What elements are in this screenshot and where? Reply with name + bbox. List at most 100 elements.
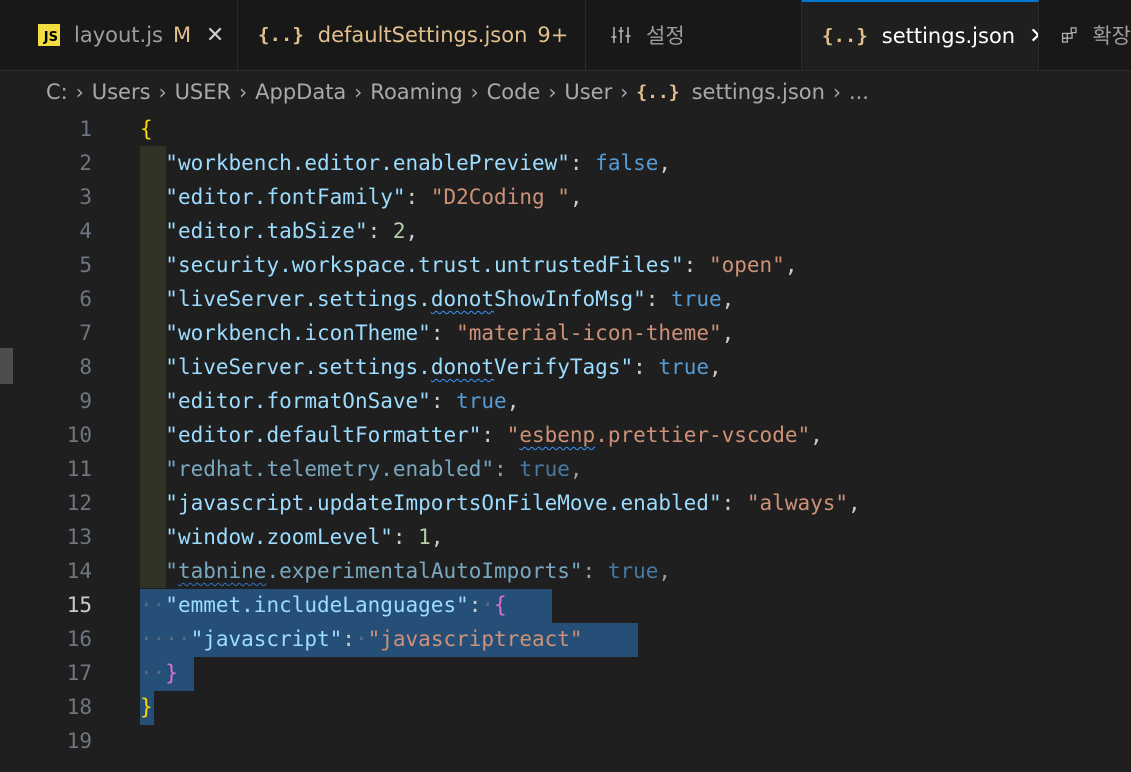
tab-label: defaultSettings.json [317,23,528,47]
tab-layout-js[interactable]: JS layout.js M ✕ [0,0,238,70]
json-key: "workbench.editor.enablePreview" [165,151,570,175]
json-key: "editor.tabSize" [165,219,368,243]
code-line: 18 } [0,690,1131,724]
tab-extensions[interactable]: 확장 [1039,0,1131,70]
json-value: "D2Coding " [430,185,570,209]
brace: { [494,593,507,617]
code-line: 17 ··} [0,656,1131,690]
chevron-right-icon: › [620,80,629,104]
code-line: 13 "window.zoomLevel": 1, [0,520,1131,554]
code-line: 5 "security.workspace.trust.untrustedFil… [0,248,1131,282]
json-key: .experimentalAutoImports" [266,559,583,583]
code-line: 4 "editor.tabSize": 2, [0,214,1131,248]
code-line: 14 "tabnine.experimentalAutoImports": tr… [0,554,1131,588]
tab-bar: JS layout.js M ✕ {..} defaultSettings.js… [0,0,1131,71]
js-file-icon: JS [38,24,60,46]
chevron-right-icon: › [470,80,479,104]
tab-label: settings.json [881,24,1016,48]
brace: } [165,661,178,685]
chevron-right-icon: › [75,80,84,104]
json-value: "javascriptreact" [367,627,583,651]
extensions-icon [1061,27,1077,43]
json-file-icon: {..} [822,25,868,47]
json-key: "liveServer.settings. [165,355,431,379]
code-editor[interactable]: 1 { 2 "workbench.editor.enablePreview": … [0,112,1131,772]
line-number: 16 [66,627,92,651]
tab-settings-json[interactable]: {..} settings.json ✕ [802,0,1039,70]
spellcheck-warning[interactable]: donot [431,355,494,379]
line-number: 15 [66,593,92,617]
json-key: VerifyTags" [494,355,634,379]
code-line: 11 "redhat.telemetry.enabled": true, [0,452,1131,486]
close-icon[interactable]: ✕ [205,23,225,48]
line-number: 18 [66,695,92,719]
json-value: " [506,423,520,447]
json-key: "javascript" [190,627,343,651]
line-number: 8 [79,355,92,379]
breadcrumb-item-symbols[interactable]: ... [849,80,869,104]
code-line-current: 15 ··"emmet.includeLanguages":·{ [0,588,1131,622]
line-number: 11 [66,457,92,481]
json-value: false [595,151,659,175]
json-value: true [607,559,659,583]
line-number: 14 [66,559,92,583]
json-key: "window.zoomLevel" [165,525,393,549]
close-icon[interactable]: ✕ [1029,24,1038,49]
json-value: "open" [708,253,785,277]
breadcrumb-item-user-folder[interactable]: USER [175,80,232,104]
line-number: 1 [79,117,92,141]
tab-label: layout.js [74,23,163,47]
json-value: "material-icon-theme" [456,321,722,345]
chevron-right-icon: › [239,80,248,104]
code-line: 16 ····"javascript":·"javascriptreact" [0,622,1131,656]
spellcheck-warning[interactable]: donot [431,287,494,311]
code-line: 8 "liveServer.settings.donotVerifyTags":… [0,350,1131,384]
breadcrumb-item-users[interactable]: Users [92,80,151,104]
code-line: 1 { [0,112,1131,146]
json-value: true [658,355,709,379]
line-number: 4 [79,219,92,243]
json-key: "editor.formatOnSave" [165,389,431,413]
code-line: 12 "javascript.updateImportsOnFileMove.e… [0,486,1131,520]
json-value: .prettier-vscode" [595,423,811,447]
code-line: 2 "workbench.editor.enablePreview": fals… [0,146,1131,180]
breadcrumb-item-settings-json[interactable]: {..} settings.json [636,80,825,104]
settings-sliders-icon [611,27,631,43]
spellcheck-warning[interactable]: esbenp [519,423,595,447]
json-file-icon: {..} [636,81,680,103]
breadcrumb-item-code[interactable]: Code [487,80,541,104]
json-key: "workbench.iconTheme" [165,321,431,345]
code-line: 3 "editor.fontFamily": "D2Coding ", [0,180,1131,214]
tab-problems-badge: 9+ [537,23,569,47]
line-number: 13 [66,525,92,549]
json-file-icon: {..} [258,24,304,46]
json-key: "redhat.telemetry.enabled" [165,457,495,481]
json-value: true [519,457,570,481]
json-key: "emmet.includeLanguages" [165,593,469,617]
breadcrumb-item-roaming[interactable]: Roaming [370,80,462,104]
json-key: "javascript.updateImportsOnFileMove.enab… [165,491,722,515]
spellcheck-warning[interactable]: tabnine [178,559,267,583]
line-number: 6 [79,287,92,311]
line-number: 17 [66,661,92,685]
vscode-window: JS layout.js M ✕ {..} defaultSettings.js… [0,0,1131,772]
tab-modified-badge: M [172,23,192,47]
breadcrumb-item-user[interactable]: User [564,80,612,104]
line-number: 7 [79,321,92,345]
breadcrumb-item-drive[interactable]: C: [46,80,68,104]
breadcrumb-item-appdata[interactable]: AppData [255,80,346,104]
line-number: 3 [79,185,92,209]
brace: { [140,117,153,141]
code-line: 10 "editor.defaultFormatter": "esbenp.pr… [0,418,1131,452]
json-key: ShowInfoMsg" [494,287,646,311]
json-value: 2 [392,219,406,243]
tab-default-settings-json[interactable]: {..} defaultSettings.json 9+ [238,0,586,70]
json-key: "editor.defaultFormatter" [165,423,482,447]
tab-settings-ui[interactable]: 설정 [586,0,802,70]
line-number: 2 [79,151,92,175]
code-line: 19 [0,724,1131,758]
json-key: "liveServer.settings. [165,287,431,311]
tab-label: 확장 [1092,24,1131,48]
json-value: 1 [418,525,431,549]
chevron-right-icon: › [158,80,167,104]
